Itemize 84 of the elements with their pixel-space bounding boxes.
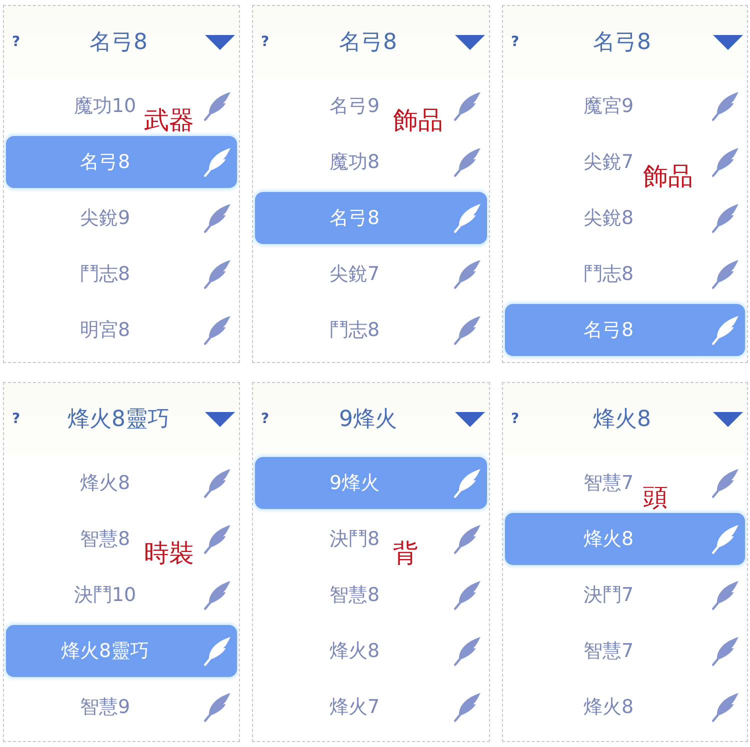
dropdown-option[interactable]: 魔宮9 [505,80,745,132]
feather-icon [712,315,739,345]
annotation-text: 頭 [643,484,668,510]
annotation-text: 武器 [144,108,194,132]
dropdown-value: 名弓8 [338,29,398,57]
dropdown-option[interactable]: 智慧8 [255,569,487,621]
dropdown-option[interactable]: 名弓8 [505,304,745,356]
dropdown-option[interactable]: 智慧7 [505,625,745,677]
feather-icon [204,147,231,177]
feather-icon [204,692,231,722]
feather-icon [204,259,231,289]
dropdown-option[interactable]: 烽火7 [255,681,487,733]
help-button[interactable]: ? [12,34,32,50]
dropdown-option[interactable]: 智慧9 [6,681,237,733]
help-button[interactable]: ? [261,34,281,50]
feather-icon [454,203,481,233]
feather-icon [712,147,739,177]
feather-icon [204,315,231,345]
feather-icon [454,315,481,345]
dropdown-option[interactable]: 魔功8 [255,136,487,188]
feather-icon [454,259,481,289]
caret-icon[interactable] [455,412,485,426]
dropdown-header[interactable]: ? 烽火8靈巧 [4,383,239,455]
help-button[interactable]: ? [511,34,531,50]
dropdown-value: 9烽火 [338,406,398,434]
feather-icon [454,147,481,177]
dropdown-option[interactable]: 決鬥10 [6,569,237,621]
feather-icon [712,636,739,666]
feather-icon [712,692,739,722]
annotation-text: 背 [393,540,418,566]
dropdown-option[interactable]: 烽火8 [6,457,237,509]
feather-icon [454,692,481,722]
dropdown-header[interactable]: ? 名弓8 [253,6,489,78]
feather-icon [454,636,481,666]
dropdown-header[interactable]: ? 名弓8 [503,6,747,78]
help-button[interactable]: ? [12,411,32,427]
dropdown-header[interactable]: ? 9烽火 [253,383,489,455]
dropdown-option[interactable]: 尖銳7 [255,248,487,300]
feather-icon [204,636,231,666]
help-button[interactable]: ? [511,411,531,427]
dropdown-header[interactable]: ? 名弓8 [4,6,239,78]
dropdown-option[interactable]: 鬥志8 [6,248,237,300]
dropdown-option[interactable]: 名弓8 [6,136,237,188]
dropdown-option[interactable]: 烽火8 [505,513,745,565]
feather-icon [454,580,481,610]
dropdown-option[interactable]: 鬥志8 [505,248,745,300]
dropdown-value: 烽火8 [592,406,652,434]
dropdown-option[interactable]: 鬥志8 [255,304,487,356]
feather-icon [712,91,739,121]
feather-icon [204,580,231,610]
dropdown-option[interactable]: 烽火8 [505,681,745,733]
dropdown-option[interactable]: 明宮8 [6,304,237,356]
caret-icon[interactable] [205,412,235,426]
dropdown-option[interactable]: 烽火8靈巧 [6,625,237,677]
feather-icon [712,524,739,554]
feather-icon [712,468,739,498]
help-button[interactable]: ? [261,411,281,427]
dropdown-option[interactable]: 尖銳8 [505,192,745,244]
caret-icon[interactable] [455,34,485,50]
feather-icon [204,203,231,233]
annotation-text: 飾品 [393,108,443,132]
feather-icon [204,524,231,554]
feather-icon [454,468,481,498]
annotation-text: 時裝 [144,540,194,566]
feather-icon [454,524,481,554]
caret-icon[interactable] [205,34,235,50]
feather-icon [712,203,739,233]
feather-icon [454,91,481,121]
annotation-text: 飾品 [643,164,693,188]
dropdown-value: 名弓8 [88,29,148,57]
feather-icon [204,468,231,498]
dropdown-option[interactable]: 名弓8 [255,192,487,244]
feather-icon [712,259,739,289]
feather-icon [712,580,739,610]
caret-icon[interactable] [713,412,743,426]
dropdown-option[interactable]: 9烽火 [255,457,487,509]
dropdown-value: 烽火8靈巧 [66,406,170,434]
dropdown-option[interactable]: 烽火8 [255,625,487,677]
dropdown-header[interactable]: ? 烽火8 [503,383,747,455]
feather-icon [204,91,231,121]
dropdown-option[interactable]: 決鬥7 [505,569,745,621]
dropdown-value: 名弓8 [592,29,652,57]
caret-icon[interactable] [713,34,743,50]
dropdown-option[interactable]: 尖銳9 [6,192,237,244]
